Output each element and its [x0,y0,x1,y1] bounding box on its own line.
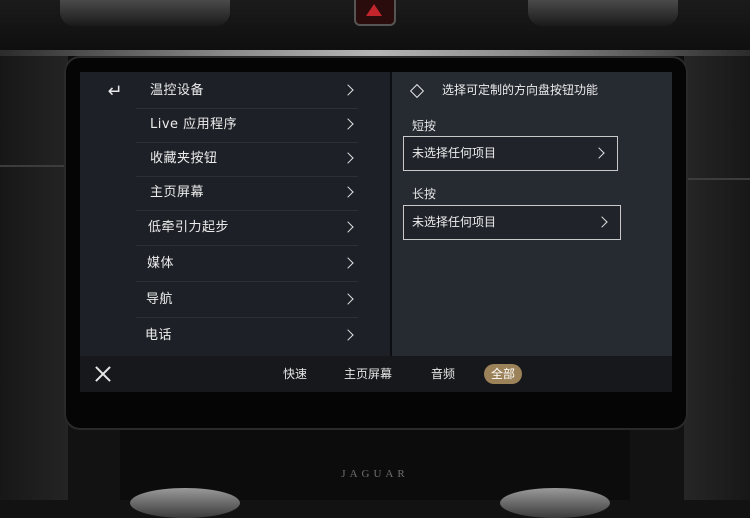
tab-all[interactable]: 全部 [484,364,523,384]
chevron-right-icon [342,118,354,130]
menu-item-media[interactable]: 媒体 [136,247,358,282]
chevron-right-icon [593,147,605,159]
control-knob-left[interactable] [130,488,240,518]
short-press-value: 未选择任何项目 [412,146,497,160]
menu-item-navigation[interactable]: 导航 [136,283,358,318]
menu-item-label: 主页屏幕 [150,185,205,200]
control-knob-right[interactable] [500,488,610,518]
menu-item-home-screen[interactable]: 主页屏幕 [136,176,358,211]
menu-item-label: 导航 [146,292,174,307]
chevron-right-icon [342,152,354,164]
settings-menu: ↵ 温控设备 Live 应用程序 收藏夹按钮 主页屏幕 低牵引力起步 媒体 导航 [80,72,392,356]
hazard-button[interactable] [354,0,396,26]
chrome-trim [0,50,750,56]
back-arrow-icon[interactable]: ↵ [100,80,130,104]
infotainment-screen: ↵ 温控设备 Live 应用程序 收藏夹按钮 主页屏幕 低牵引力起步 媒体 导航 [80,72,672,392]
long-press-select[interactable]: 未选择任何项目 [403,205,621,240]
close-icon[interactable] [94,365,112,383]
chevron-right-icon [342,186,354,198]
diamond-icon [409,83,425,99]
chevron-right-icon [342,221,354,233]
panel-title: 选择可定制的方向盘按钮功能 [442,83,599,97]
stitching-left [0,165,66,167]
brand-logo: JAGUAR [341,468,409,480]
menu-item-label: 温控设备 [150,83,205,98]
menu-item-phone[interactable]: 电话 [136,319,358,353]
menu-item-label: 低牵引力起步 [148,220,230,235]
tab-audio[interactable]: 音频 [424,364,462,384]
leather-panel-left [0,56,68,500]
menu-item-favorites-button[interactable]: 收藏夹按钮 [136,142,358,177]
menu-item-live-apps[interactable]: Live 应用程序 [136,108,358,143]
short-press-label: 短按 [412,119,437,133]
air-vent-right [528,0,678,26]
long-press-value: 未选择任何项目 [412,215,497,229]
menu-item-low-traction-launch[interactable]: 低牵引力起步 [136,211,358,246]
chevron-right-icon [342,293,354,305]
leather-panel-right [684,56,750,500]
menu-item-label: 媒体 [147,256,175,271]
air-vent-left [60,0,230,26]
menu-item-label: Live 应用程序 [150,117,238,132]
short-press-select[interactable]: 未选择任何项目 [403,136,618,171]
bottom-tab-bar: 快速 主页屏幕 音频 全部 [80,356,672,392]
menu-item-label: 收藏夹按钮 [150,151,218,166]
menu-item-label: 电话 [145,328,173,343]
chevron-right-icon [596,216,608,228]
chevron-right-icon [342,257,354,269]
tab-home-screen[interactable]: 主页屏幕 [337,364,399,384]
menu-item-climate[interactable]: 温控设备 [136,74,358,109]
stitching-right [684,178,750,180]
tab-quick[interactable]: 快速 [276,364,314,384]
long-press-label: 长按 [412,187,437,201]
chevron-right-icon [342,329,354,341]
steering-button-config: 选择可定制的方向盘按钮功能 短按 未选择任何项目 长按 未选择任何项目 [392,72,672,356]
chevron-right-icon [342,84,354,96]
